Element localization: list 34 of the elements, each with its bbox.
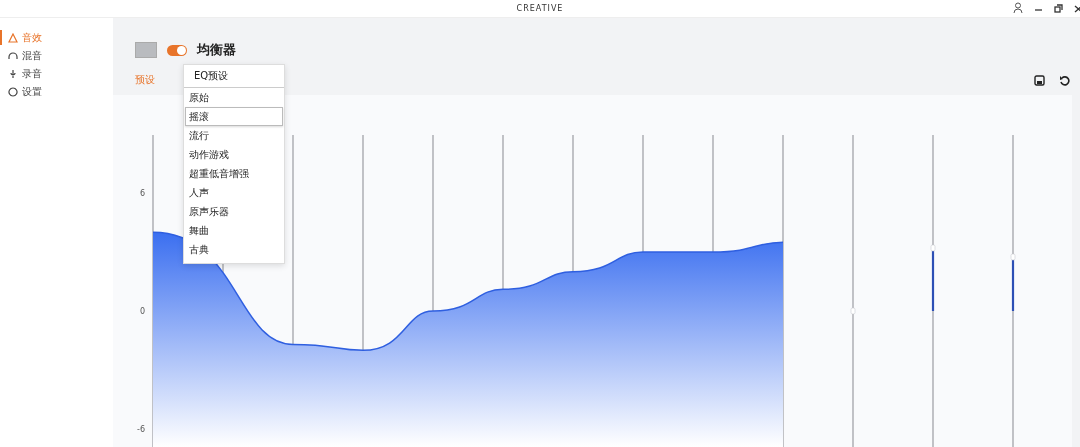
axis-label: 0 bbox=[139, 307, 145, 316]
slider-handle[interactable] bbox=[930, 244, 936, 252]
menu-item[interactable]: 动作游戏 bbox=[185, 145, 283, 164]
menu-item[interactable]: 摇滚 bbox=[185, 107, 283, 126]
slider-handle[interactable] bbox=[1010, 253, 1016, 261]
toggle-switch[interactable] bbox=[167, 44, 187, 56]
save-icon[interactable] bbox=[1034, 74, 1045, 86]
menu-title: EQ预设 bbox=[184, 65, 284, 88]
eq-slider[interactable] bbox=[1010, 134, 1016, 447]
user-icon[interactable] bbox=[1013, 2, 1023, 14]
nav-icon bbox=[8, 32, 18, 43]
axis-label: -6 bbox=[137, 425, 145, 434]
menu-item[interactable]: 人声 bbox=[185, 183, 283, 202]
menu-item[interactable]: 原始 bbox=[185, 88, 283, 107]
menu-item[interactable]: 舞曲 bbox=[185, 221, 283, 240]
menu-item[interactable]: 古典 bbox=[185, 240, 283, 259]
menu-item[interactable]: 超重低音增强 bbox=[185, 164, 283, 183]
sidebar-item[interactable]: 录音 bbox=[0, 66, 68, 81]
sidebar-item[interactable]: 混音 bbox=[0, 48, 68, 63]
eq-slider[interactable] bbox=[930, 134, 936, 447]
sidebar-item[interactable]: 设置 bbox=[0, 84, 68, 99]
axis-label: 6 bbox=[139, 189, 145, 198]
eq-slider[interactable] bbox=[850, 134, 856, 447]
close-icon[interactable] bbox=[1074, 3, 1080, 13]
nav-icon bbox=[8, 68, 18, 79]
restore-icon[interactable] bbox=[1054, 3, 1063, 13]
nav-icon bbox=[8, 86, 18, 97]
equalizer-title: 均衡器 bbox=[197, 41, 236, 59]
window-title: CREATIVE bbox=[516, 4, 564, 13]
menu-item[interactable]: 流行 bbox=[185, 126, 283, 145]
slider-handle[interactable] bbox=[850, 307, 856, 315]
nav-icon bbox=[8, 50, 18, 61]
reset-icon[interactable] bbox=[1059, 74, 1070, 86]
menu-item[interactable]: 原声乐器 bbox=[185, 202, 283, 221]
